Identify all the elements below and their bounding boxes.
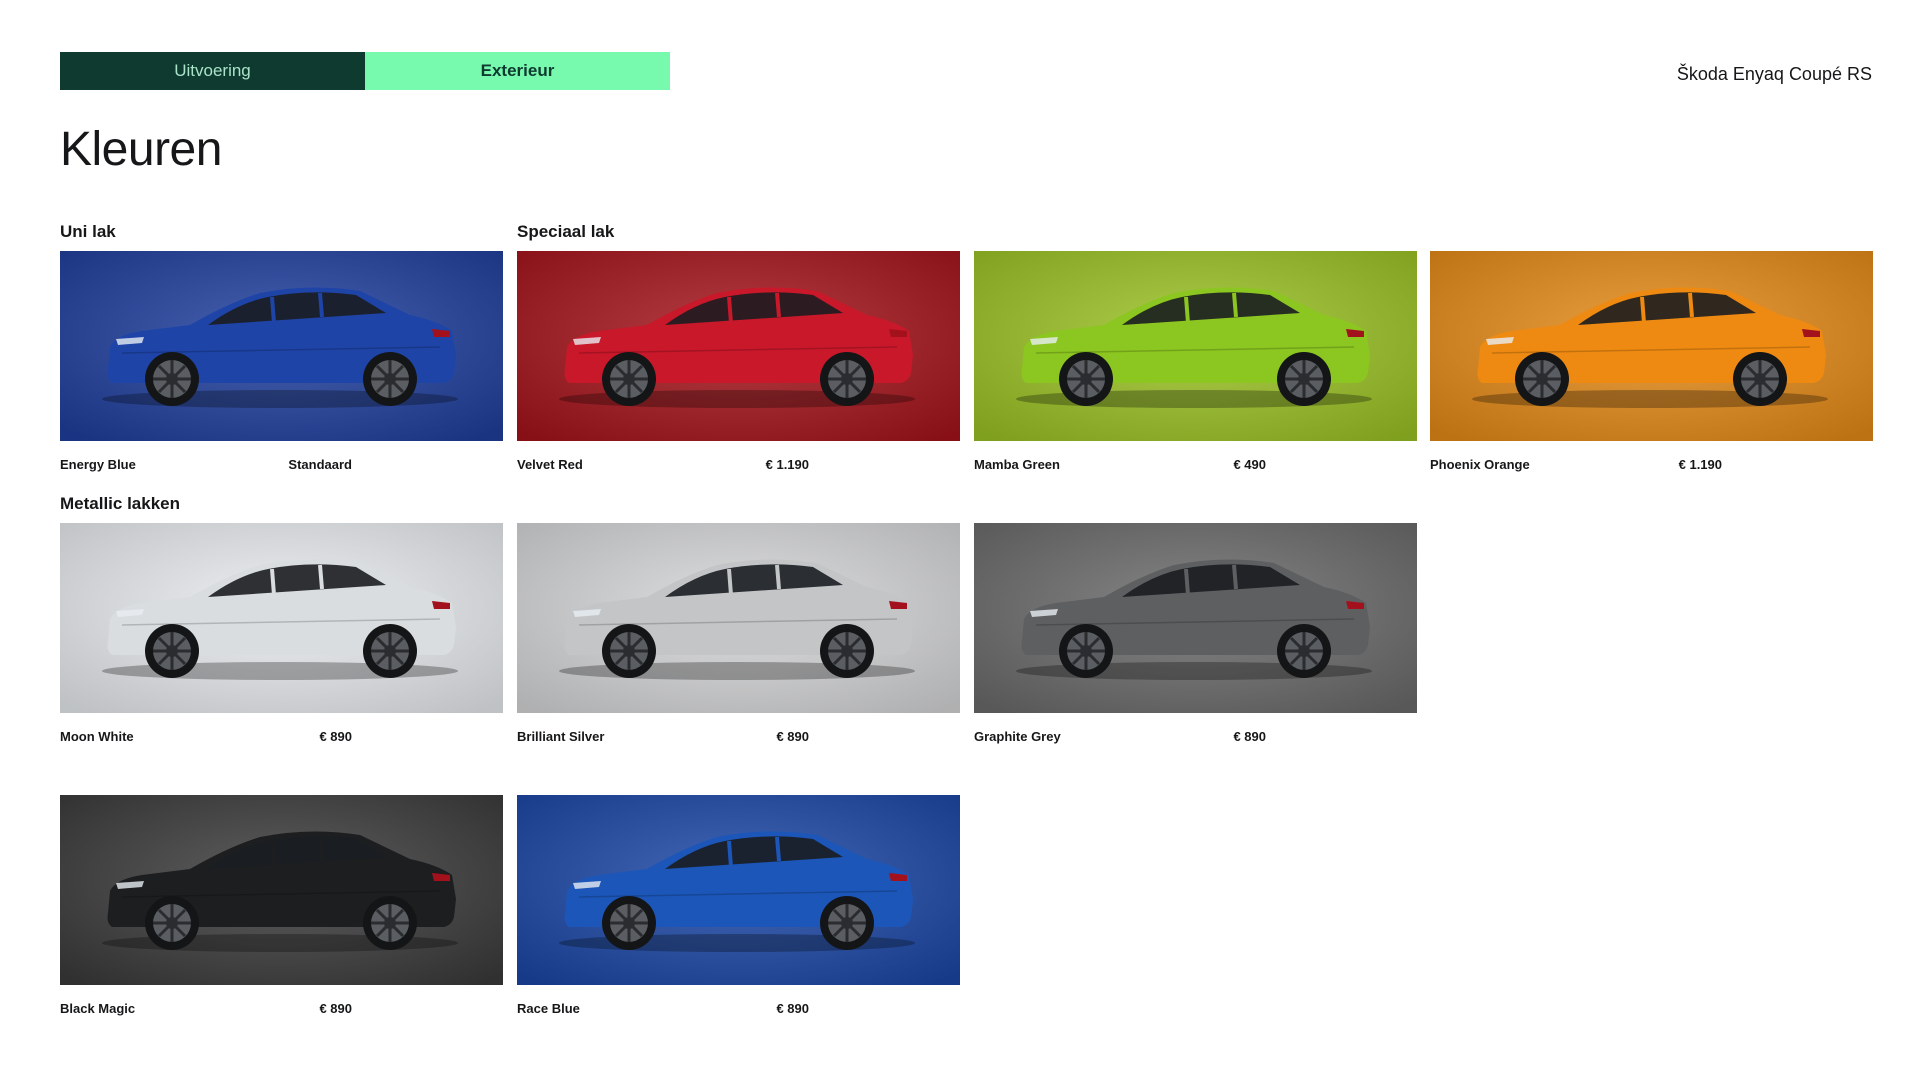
model-name: Škoda Enyaq Coupé RS (1676, 64, 1872, 84)
car-image (60, 251, 503, 441)
color-price: € 890 (319, 729, 352, 744)
color-name: Mamba Green (974, 457, 1060, 472)
color-price: € 490 (1233, 457, 1266, 472)
color-swatch[interactable]: Moon White € 890 (60, 523, 503, 744)
tab-bar: Uitvoering Exterieur (60, 52, 670, 90)
car-image (517, 251, 960, 441)
car-image (60, 523, 503, 713)
color-price: € 1.190 (1678, 457, 1722, 472)
color-swatch[interactable]: Black Magic € 890 (60, 795, 503, 1016)
tab-exterieur[interactable]: Exterieur (365, 52, 670, 90)
color-price: € 890 (1233, 729, 1266, 744)
color-name: Graphite Grey (974, 729, 1061, 744)
section-title-special: Speciaal lak (517, 222, 615, 241)
page-title: Kleuren (60, 123, 222, 176)
color-swatch[interactable]: Phoenix Orange € 1.190 (1430, 251, 1873, 472)
color-name: Black Magic (60, 1001, 136, 1016)
color-name: Velvet Red (517, 457, 583, 472)
color-name: Phoenix Orange (1430, 457, 1530, 472)
car-image (974, 251, 1417, 441)
car-image (60, 795, 503, 985)
color-swatch[interactable]: Graphite Grey € 890 (974, 523, 1417, 744)
color-name: Brilliant Silver (517, 729, 605, 744)
car-image (517, 523, 960, 713)
color-name: Race Blue (517, 1001, 580, 1016)
car-image (1430, 251, 1873, 441)
color-price: € 890 (776, 1001, 809, 1016)
color-price: Standaard (288, 457, 352, 472)
color-swatch[interactable]: Brilliant Silver € 890 (517, 523, 960, 744)
color-swatch[interactable]: Velvet Red € 1.190 (517, 251, 960, 472)
color-price: € 1.190 (765, 457, 809, 472)
color-swatch[interactable]: Race Blue € 890 (517, 795, 960, 1016)
color-name: Energy Blue (60, 457, 136, 472)
section-title-uni: Uni lak (60, 222, 116, 241)
car-image (517, 795, 960, 985)
car-image (974, 523, 1417, 713)
color-swatch[interactable]: Mamba Green € 490 (974, 251, 1417, 472)
color-price: € 890 (776, 729, 809, 744)
section-title-metallic: Metallic lakken (60, 494, 181, 513)
color-price: € 890 (319, 1001, 352, 1016)
color-name: Moon White (60, 729, 134, 744)
color-swatch[interactable]: Energy Blue Standaard (60, 251, 503, 472)
tab-uitvoering[interactable]: Uitvoering (60, 52, 365, 90)
